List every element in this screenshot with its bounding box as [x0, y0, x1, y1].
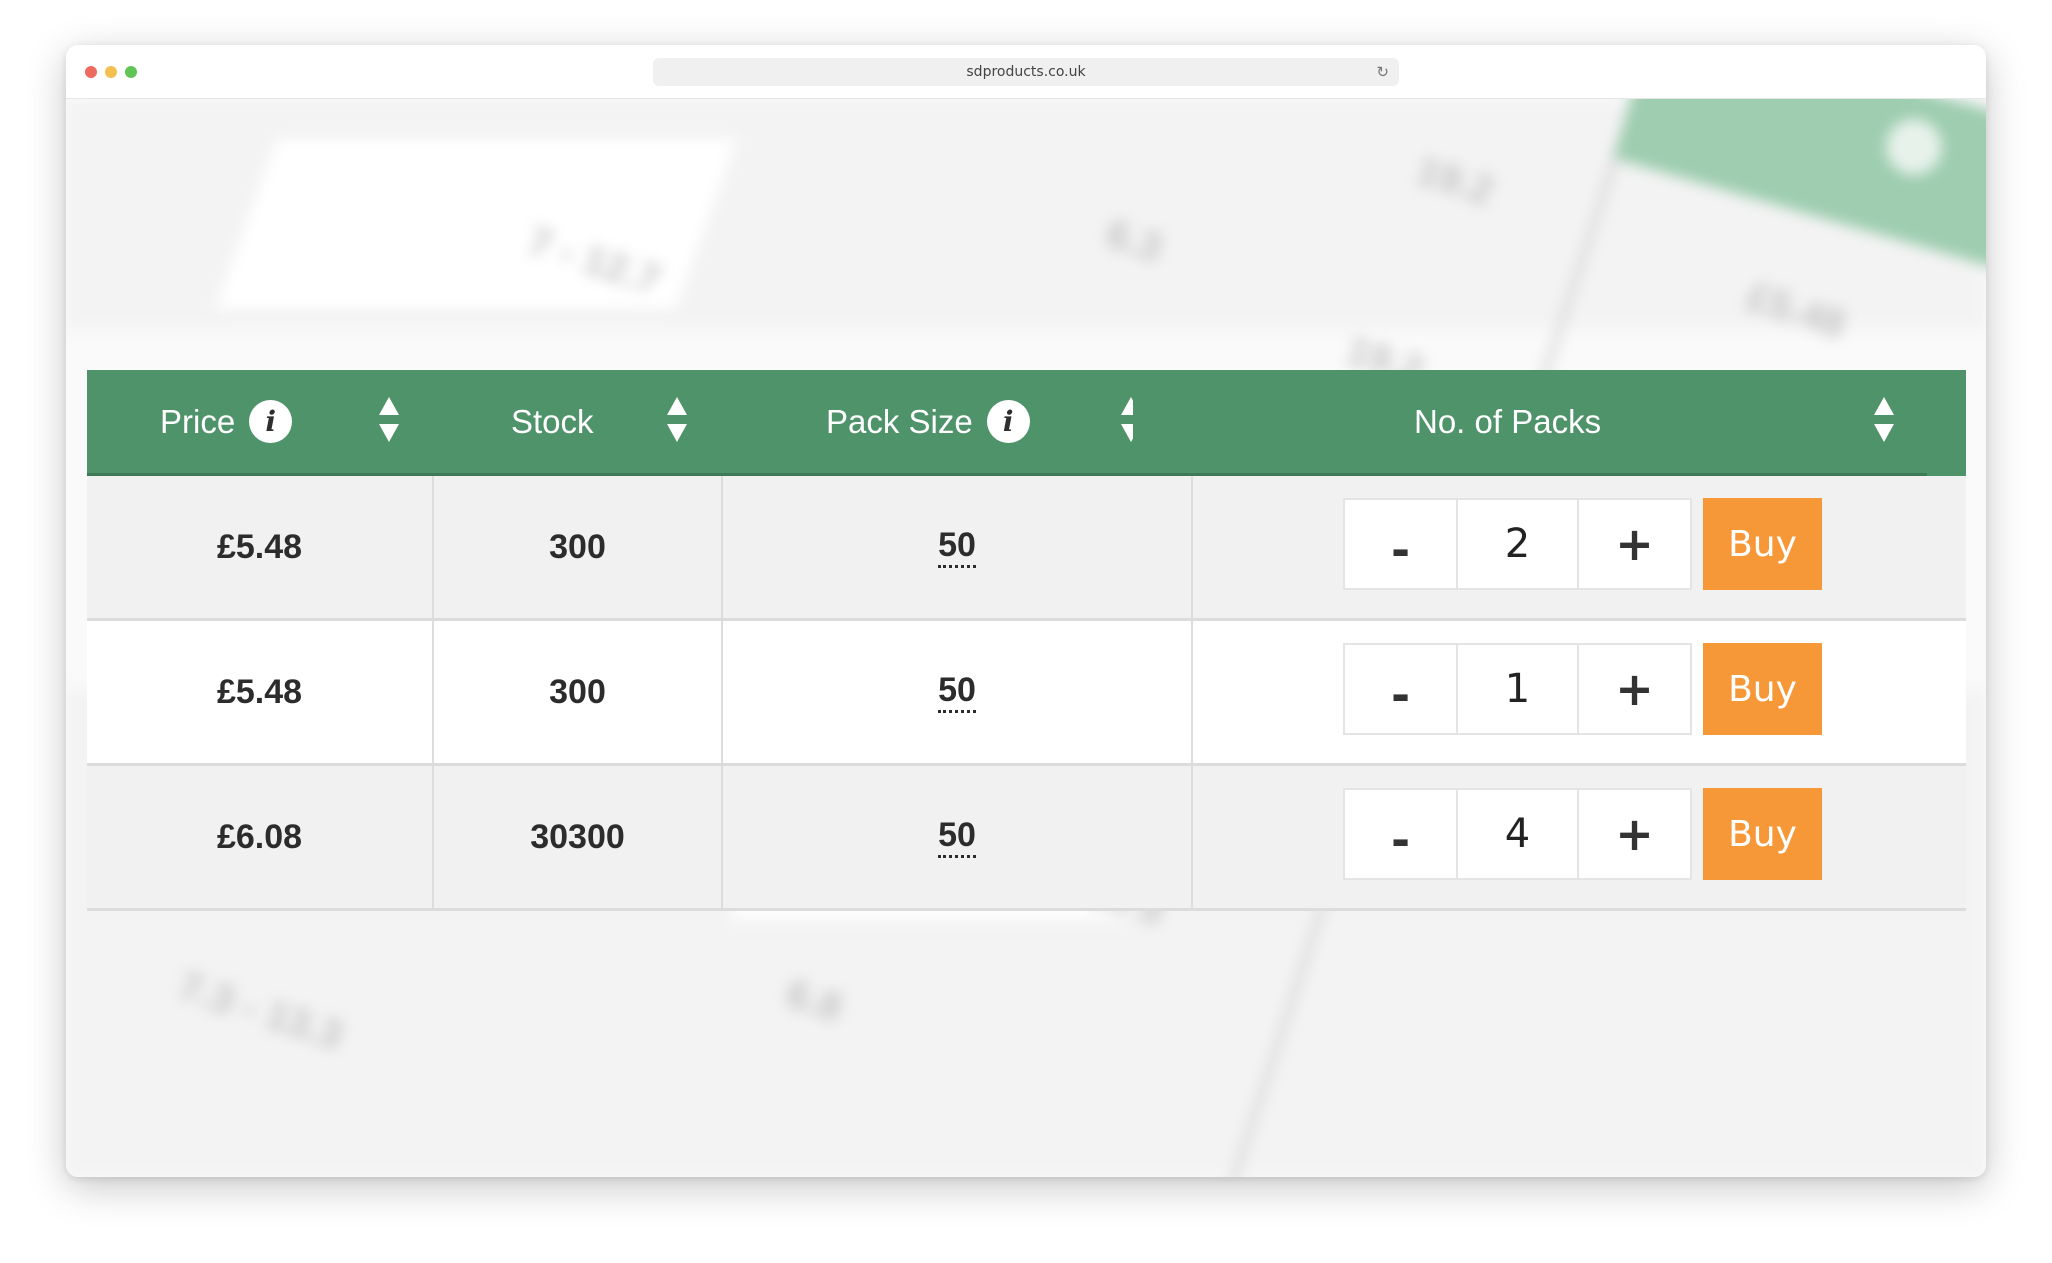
increase-quantity-button[interactable]: + [1577, 643, 1692, 735]
address-bar[interactable]: sdproducts.co.uk ↻ [653, 58, 1399, 86]
bg-info-circle [1886, 119, 1942, 175]
price-value: £6.08 [216, 817, 303, 856]
header-stock-label: Stock [511, 402, 594, 440]
stock-cell: 300 [434, 621, 723, 763]
bg-panel-light-top [215, 139, 737, 309]
reload-icon[interactable]: ↻ [1376, 63, 1389, 81]
quantity-input[interactable]: 2 [1458, 498, 1577, 590]
buy-button[interactable]: Buy [1703, 498, 1822, 590]
price-cell: £5.48 [87, 476, 434, 618]
pack-size-value[interactable]: 50 [938, 527, 976, 568]
pack-size-info-icon[interactable]: i [986, 400, 1030, 443]
quantity-input[interactable]: 1 [1458, 643, 1577, 735]
browser-titlebar: sdproducts.co.uk ↻ [66, 45, 1986, 99]
stock-value: 300 [549, 672, 606, 711]
header-no-of-packs-label: No. of Packs [1414, 402, 1602, 440]
quantity-stepper: - 2 + Buy [1343, 498, 1822, 590]
table-row: £5.48 300 50 - 1 + Buy [87, 621, 1966, 766]
header-pack-size-label: Pack Size [826, 402, 973, 440]
minimize-window-button[interactable] [105, 66, 117, 78]
buy-button[interactable]: Buy [1703, 788, 1822, 880]
pack-size-cell: 50 [723, 766, 1193, 908]
price-table: Price i Stock Pack Size i No. of Packs £… [87, 370, 1966, 911]
quantity-stepper: - 4 + Buy [1343, 788, 1822, 880]
table-row: £5.48 300 50 - 2 + Buy [87, 476, 1966, 621]
price-cell: £5.48 [87, 621, 434, 763]
stock-sort-icon[interactable] [665, 370, 689, 473]
pack-size-cell: 50 [723, 621, 1193, 763]
price-value: £5.48 [216, 672, 303, 711]
pack-size-value[interactable]: 50 [938, 672, 976, 713]
increase-quantity-button[interactable]: + [1577, 498, 1692, 590]
decrease-quantity-button[interactable]: - [1343, 643, 1458, 735]
page-content: 7 - 12.7 6.3 19.2 19.2 £5.48 7.7 - 17.8 … [66, 99, 1986, 1177]
decrease-quantity-button[interactable]: - [1343, 788, 1458, 880]
quantity-stepper: - 1 + Buy [1343, 643, 1822, 735]
no-of-packs-cell: - 2 + Buy [1193, 476, 1966, 618]
header-price-label: Price [160, 402, 236, 440]
quantity-input[interactable]: 4 [1458, 788, 1577, 880]
increase-quantity-button[interactable]: + [1577, 788, 1692, 880]
stock-value: 30300 [530, 817, 625, 856]
table-row: £6.08 30300 50 - 4 + Buy [87, 766, 1966, 911]
header-price[interactable]: Price i [160, 370, 293, 473]
pack-size-sort-icon[interactable] [1119, 370, 1133, 473]
browser-window: sdproducts.co.uk ↻ 7 - 12.7 6.3 19.2 19.… [66, 45, 1986, 1177]
stock-value: 300 [549, 527, 606, 566]
price-cell: £6.08 [87, 766, 434, 908]
table-header: Price i Stock Pack Size i No. of Packs [87, 370, 1966, 476]
close-window-button[interactable] [85, 66, 97, 78]
header-pack-size[interactable]: Pack Size i [826, 370, 1030, 473]
no-of-packs-cell: - 4 + Buy [1193, 766, 1966, 908]
decrease-quantity-button[interactable]: - [1343, 498, 1458, 590]
address-bar-url: sdproducts.co.uk [966, 64, 1086, 80]
pack-size-cell: 50 [723, 476, 1193, 618]
maximize-window-button[interactable] [125, 66, 137, 78]
buy-button[interactable]: Buy [1703, 643, 1822, 735]
stock-cell: 30300 [434, 766, 723, 908]
no-of-packs-cell: - 1 + Buy [1193, 621, 1966, 763]
stock-cell: 300 [434, 476, 723, 618]
no-of-packs-sort-icon[interactable] [1872, 370, 1896, 473]
price-sort-icon[interactable] [377, 370, 401, 473]
price-value: £5.48 [216, 527, 303, 566]
header-stock[interactable]: Stock [511, 370, 594, 473]
header-no-of-packs[interactable]: No. of Packs [1414, 370, 1601, 473]
price-info-icon[interactable]: i [249, 400, 293, 443]
pack-size-value[interactable]: 50 [938, 817, 976, 858]
